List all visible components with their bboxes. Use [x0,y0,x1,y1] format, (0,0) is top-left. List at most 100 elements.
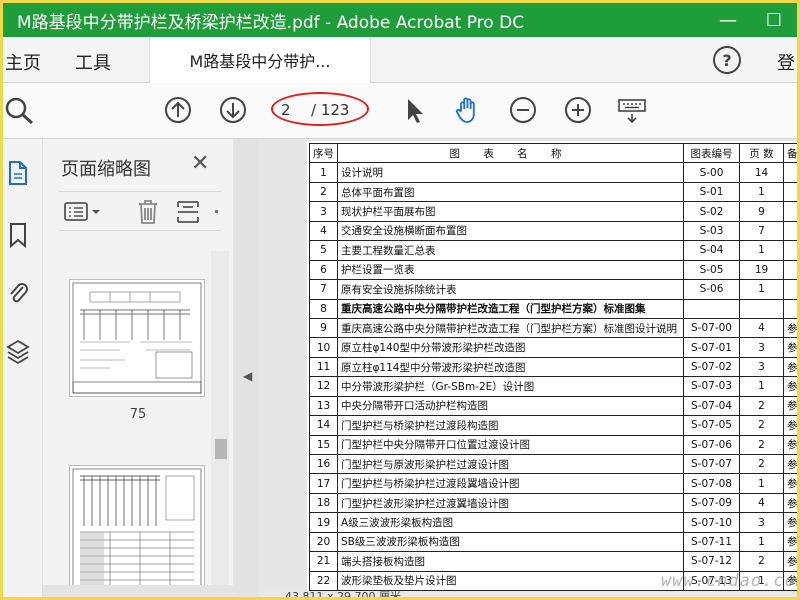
select-cursor-icon[interactable] [399,95,429,125]
row-pages: 4 [739,492,784,514]
row-name: 总体平面布置图 [337,181,684,203]
row-number: 1 [309,162,338,183]
close-icon[interactable]: ✕ [191,151,209,176]
minimize-button[interactable]: — [705,3,751,37]
row-pages: 1 [739,531,784,553]
row-number: 9 [309,317,338,339]
bookmark-icon[interactable] [5,221,31,249]
row-note: 参 [783,337,797,358]
row-note: 参 [783,512,797,533]
tab-home[interactable]: 主页 [5,49,41,75]
row-code [683,298,740,319]
row-name: 门型护栏波形梁护栏过渡翼墙设计图 [337,492,684,514]
extract-pages-icon[interactable] [175,198,201,226]
thumbnail-list[interactable]: 75 [43,251,211,597]
table-row: 11 原立柱φ114型中分带波形梁护栏改造图 S-07-02 3 参 [309,356,797,378]
table-row: 20 SB级三波波形梁板构造图 S-07-11 1 参 [309,531,797,553]
row-note: 参 [783,395,797,417]
table-row: 8 重庆高速公路中央分隔带护栏改造工程（门型护栏方案）标准图集 [309,298,797,319]
panel-toolbar [59,191,221,231]
row-pages: 2 [739,395,784,417]
row-name: 设计说明 [337,162,684,183]
row-number: 16 [309,453,338,475]
page-thumbnails-icon[interactable] [5,159,31,187]
table-row: 16 门型护栏与原波形梁护栏过渡设计图 S-07-07 2 参 [309,453,797,475]
attachment-icon[interactable] [5,279,31,307]
row-pages: 4 [739,317,784,339]
zoom-in-icon[interactable] [563,95,593,125]
previous-page-icon[interactable] [163,95,193,125]
table-row: 2 总体平面布置图 S-01 1 [309,181,797,203]
panel-collapse-bar[interactable]: ◀ [235,139,259,597]
row-pages: 2 [739,453,784,475]
row-code: S-07-08 [683,473,740,494]
row-note: 参 [783,531,797,553]
zoom-out-icon[interactable] [508,95,538,125]
row-pages: 1 [739,181,784,203]
row-name: 门型护栏与原波形梁护栏过渡设计图 [337,453,684,475]
row-name: 原有安全设施拆除统计表 [337,279,684,300]
row-name: 端头搭接板构造图 [337,551,684,572]
row-number: 2 [309,181,338,203]
row-name: SB级三波波形梁板构造图 [337,531,684,553]
row-name: 重庆高速公路中央分隔带护栏改造工程（门型护栏方案）标准图集 [337,298,684,319]
row-pages: 1 [739,279,784,300]
row-number: 17 [309,473,338,494]
row-number: 12 [309,376,338,397]
document-view[interactable]: 序号 图 表 名 称 图表编号 页 数 备 1 设计说明 S-00 14 2 总体平面布置… [259,139,797,591]
tab-tools[interactable]: 工具 [75,49,111,75]
thumbnail-scrollbar[interactable] [211,251,229,597]
keyboard-icon[interactable] [617,95,647,125]
row-note: 参 [783,317,797,339]
row-code: S-07-12 [683,551,740,572]
row-code: S-02 [683,201,740,222]
row-note: 参 [783,473,797,494]
row-note [783,279,797,300]
row-code: S-07-09 [683,492,740,514]
row-pages: 3 [739,356,784,378]
table-row: 6 护栏设置一览表 S-05 19 [309,259,797,281]
next-page-icon[interactable] [218,95,248,125]
delete-icon[interactable] [135,198,161,226]
more-tools-dot[interactable] [215,210,218,213]
help-icon[interactable]: ? [713,46,741,74]
page-thumbnail-75[interactable] [69,279,205,397]
row-note [783,201,797,222]
search-icon[interactable] [5,95,35,125]
row-pages [739,298,784,319]
collapse-arrow-icon[interactable]: ◀ [243,369,252,383]
row-note: 参 [783,492,797,514]
table-row: 12 中分带波形梁护栏（Gr-SBm-2E）设计图 S-07-03 1 参 [309,376,797,397]
row-note [783,298,797,319]
thumbnail-drawing [72,468,202,597]
row-code: S-06 [683,279,740,300]
watermark-text: www.cndao.com [661,571,800,591]
status-bar: 43.811 x 29.700 厘米 [259,590,797,597]
sign-in-link[interactable]: 登 [777,49,795,75]
hand-tool-icon[interactable] [453,95,483,125]
drawing-index-table: 序号 图 表 名 称 图表编号 页 数 备 1 设计说明 S-00 14 2 总体平面布置… [309,142,797,591]
table-row: 7 原有安全设施拆除统计表 S-06 1 [309,279,797,300]
row-pages: 19 [739,259,784,281]
thumbnail-options-icon[interactable] [63,200,103,224]
row-code: S-05 [683,259,740,281]
maximize-button[interactable]: ☐ [751,3,797,37]
row-name: A级三波波形梁板构造图 [337,512,684,533]
row-code: S-07-01 [683,337,740,358]
layers-icon[interactable] [5,337,31,365]
row-pages: 3 [739,337,784,358]
tab-document[interactable]: M路基段中分带护... [149,37,371,83]
row-name: 原立柱φ140型中分带波形梁护栏改造图 [337,337,684,358]
scrollbar-thumb[interactable] [215,439,227,459]
row-name: 中分带波形梁护栏（Gr-SBm-2E）设计图 [337,376,684,397]
panel-horizontal-scrollbar[interactable] [43,585,233,597]
page-thumbnail-76[interactable] [69,465,205,597]
app-window: M路基段中分带护栏及桥梁护栏改造.pdf - Adobe Acrobat Pro… [0,0,800,600]
row-name: 中央分隔带开口活动护栏构造图 [337,395,684,417]
thumbnail-page-label: 75 [129,407,147,422]
row-note: 参 [783,453,797,475]
highlight-oval [271,92,369,126]
table-row: 1 设计说明 S-00 14 [309,162,797,183]
row-name: 交通安全设施横断面布置图 [337,220,684,242]
row-note [783,220,797,242]
